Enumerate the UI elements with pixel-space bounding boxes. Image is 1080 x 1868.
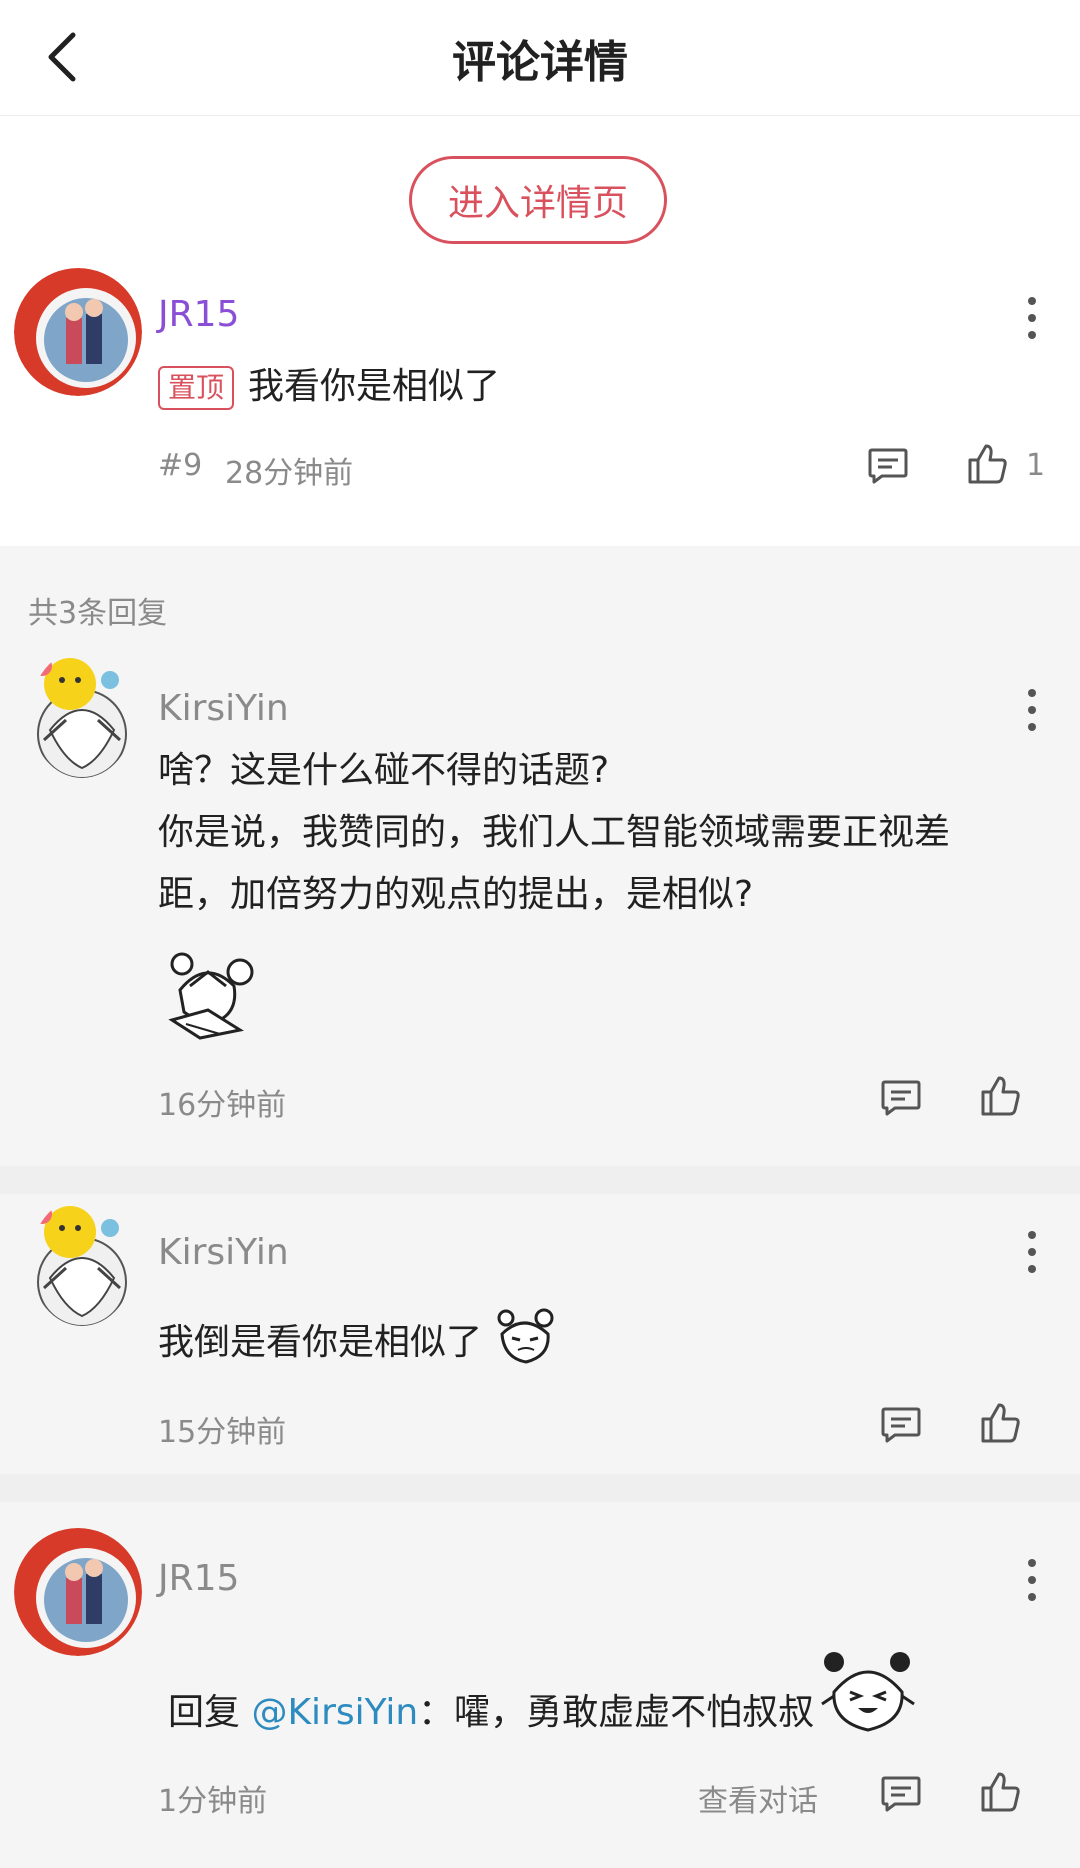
like-button[interactable] bbox=[973, 1068, 1029, 1124]
thumbs-up-icon bbox=[981, 1076, 1020, 1116]
more-options-button[interactable] bbox=[1012, 1222, 1052, 1282]
thumbs-up-icon bbox=[981, 1772, 1020, 1812]
pinned-badge: 置顶 bbox=[158, 366, 235, 410]
more-vertical-icon bbox=[1028, 1231, 1036, 1273]
reply-button[interactable] bbox=[873, 1766, 929, 1822]
comment-icon bbox=[881, 1407, 921, 1443]
view-conversation-link[interactable]: 查看对话 bbox=[698, 1776, 818, 1820]
username[interactable]: JR15 bbox=[158, 294, 239, 335]
reply-prefix: 回复 bbox=[168, 1692, 252, 1733]
reply-line: 啥？这是什么碰不得的话题? bbox=[158, 750, 610, 791]
comment-text: 置顶 我看你是相似了 bbox=[158, 356, 500, 418]
thumbs-up-icon bbox=[981, 1403, 1020, 1443]
comment-icon bbox=[881, 1080, 921, 1116]
more-vertical-icon bbox=[1028, 297, 1036, 339]
like-count: 1 bbox=[1026, 448, 1046, 483]
more-vertical-icon bbox=[1028, 689, 1036, 731]
mention-link[interactable]: @KirsiYin bbox=[251, 1692, 418, 1733]
like-button[interactable] bbox=[973, 1764, 1029, 1820]
username[interactable]: KirsiYin bbox=[158, 1232, 289, 1273]
avatar[interactable] bbox=[14, 268, 142, 396]
timestamp: 28分钟前 bbox=[225, 456, 354, 491]
comment-icon bbox=[868, 448, 908, 484]
emoji-sticker bbox=[494, 1308, 556, 1370]
reply-line: 距，加倍努力的观点的提出，是相似? bbox=[158, 874, 754, 915]
divider bbox=[0, 1474, 1080, 1502]
more-options-button[interactable] bbox=[1012, 1550, 1052, 1610]
timestamp: 15分钟前 bbox=[158, 1415, 287, 1450]
enter-detail-button[interactable]: 进入详情页 bbox=[409, 156, 667, 244]
comment-body: 我看你是相似了 bbox=[248, 366, 501, 407]
more-options-button[interactable] bbox=[1012, 288, 1052, 348]
reply-button[interactable] bbox=[873, 1397, 929, 1453]
floor-number: #9 bbox=[158, 448, 203, 483]
more-vertical-icon bbox=[1028, 1559, 1036, 1601]
more-options-button[interactable] bbox=[1012, 680, 1052, 740]
reply-count: 共3条回复 bbox=[28, 596, 168, 631]
like-button[interactable] bbox=[960, 436, 1016, 492]
reply-button[interactable] bbox=[860, 438, 916, 494]
timestamp: 16分钟前 bbox=[158, 1088, 287, 1123]
like-button[interactable] bbox=[973, 1395, 1029, 1451]
reply-line: 你是说，我赞同的，我们人工智能领域需要正视差 bbox=[158, 812, 951, 853]
timestamp: 1分钟前 bbox=[158, 1784, 268, 1819]
reply-text: 啥？这是什么碰不得的话题? 你是说，我赞同的，我们人工智能领域需要正视差 距，加… bbox=[158, 740, 950, 926]
reply-body: ：嚯，勇敢虚虚不怕叔叔 bbox=[418, 1692, 815, 1733]
divider bbox=[0, 1166, 1080, 1194]
avatar[interactable] bbox=[30, 650, 134, 778]
top-bar: 评论详情 bbox=[0, 0, 1080, 116]
reply-text: 我倒是看你是相似了 bbox=[158, 1322, 483, 1363]
reply-button[interactable] bbox=[873, 1070, 929, 1126]
avatar[interactable] bbox=[14, 1528, 142, 1656]
emoji-sticker bbox=[160, 950, 258, 1044]
username[interactable]: JR15 bbox=[158, 1558, 239, 1599]
thumbs-up-icon bbox=[968, 444, 1007, 484]
emoji-sticker bbox=[820, 1648, 916, 1742]
username[interactable]: KirsiYin bbox=[158, 688, 289, 729]
main-comment: 进入详情页 JR15 置顶 我看你是相似了 #9 28分钟前 1 bbox=[0, 116, 1080, 546]
comment-icon bbox=[881, 1776, 921, 1812]
reply-text: 回复 @KirsiYin：嚯，勇敢虚虚不怕叔叔 bbox=[168, 1682, 814, 1744]
page-title: 评论详情 bbox=[452, 37, 628, 88]
avatar[interactable] bbox=[30, 1198, 134, 1326]
